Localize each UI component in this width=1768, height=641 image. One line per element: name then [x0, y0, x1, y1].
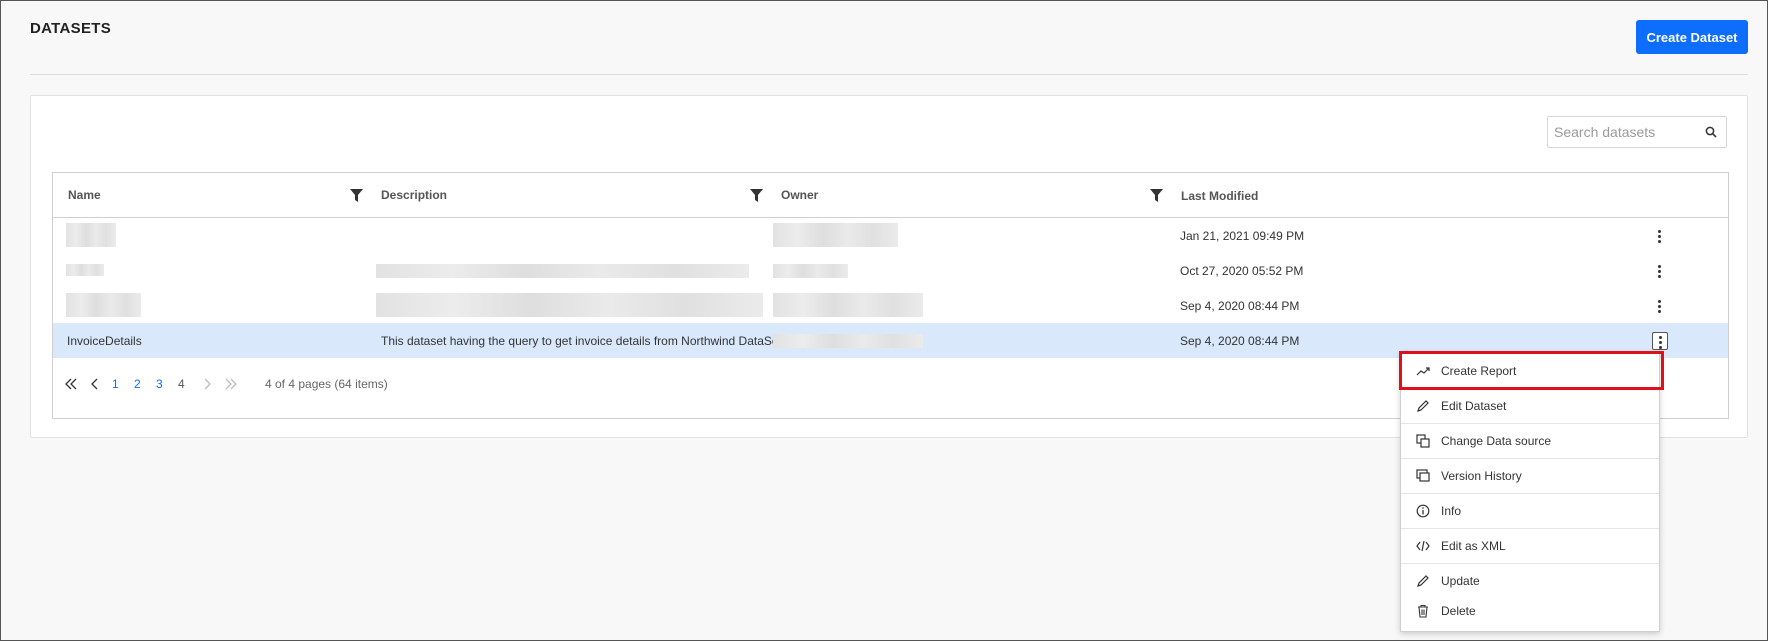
row-menu-button[interactable] — [1652, 297, 1668, 315]
create-dataset-button[interactable]: Create Dataset — [1636, 20, 1748, 54]
page-number[interactable]: 2 — [134, 377, 141, 391]
pencil-icon — [1417, 400, 1429, 412]
dataset-name: InvoiceDetails — [67, 334, 142, 348]
table-row[interactable]: Oct 27, 2020 05:52 PM — [53, 253, 1728, 288]
column-header-owner[interactable]: Owner — [781, 188, 818, 202]
search-input[interactable] — [1548, 117, 1698, 147]
last-page-icon[interactable] — [225, 378, 237, 390]
search-box[interactable] — [1547, 116, 1727, 148]
redacted-owner — [773, 293, 923, 317]
filter-icon[interactable] — [350, 189, 363, 202]
row-context-menu: Create Report Edit Dataset Change Data s… — [1400, 352, 1660, 632]
last-modified: Jan 21, 2021 09:49 PM — [1180, 229, 1305, 243]
redacted-owner — [773, 334, 923, 348]
search-icon[interactable] — [1704, 125, 1718, 139]
table-row[interactable]: Sep 4, 2020 08:44 PM — [53, 288, 1728, 323]
last-modified: Sep 4, 2020 08:44 PM — [1180, 299, 1300, 313]
filter-icon[interactable] — [750, 189, 763, 202]
pager-info: 4 of 4 pages (64 items) — [265, 377, 388, 391]
grid-header: Name Description Owner Last Modified — [53, 173, 1728, 218]
header-divider — [30, 74, 1748, 75]
menu-item-edit-dataset[interactable]: Edit Dataset — [1401, 388, 1659, 423]
column-header-description[interactable]: Description — [381, 188, 447, 202]
redacted-owner — [773, 264, 848, 278]
column-header-name[interactable]: Name — [68, 188, 101, 202]
page-number[interactable]: 1 — [112, 377, 119, 391]
menu-item-change-data-source[interactable]: Change Data source — [1401, 423, 1659, 458]
copy-icon — [1416, 434, 1430, 448]
page-title: DATASETS — [30, 20, 112, 37]
redacted-name — [66, 223, 116, 247]
row-menu-button[interactable] — [1652, 262, 1668, 280]
filter-icon[interactable] — [1150, 189, 1163, 202]
previous-page-icon[interactable] — [90, 378, 100, 390]
row-menu-button[interactable] — [1652, 227, 1668, 245]
redacted-owner — [773, 223, 898, 247]
history-icon — [1416, 469, 1430, 482]
info-icon — [1416, 504, 1430, 518]
redacted-name — [66, 293, 141, 317]
next-page-icon[interactable] — [202, 378, 212, 390]
dataset-description: This dataset having the query to get inv… — [381, 334, 806, 348]
row-menu-button[interactable] — [1652, 332, 1668, 350]
menu-item-info[interactable]: Info — [1401, 493, 1659, 528]
redacted-description — [376, 293, 763, 317]
last-modified: Oct 27, 2020 05:52 PM — [1180, 264, 1304, 278]
column-header-last-modified[interactable]: Last Modified — [1181, 189, 1258, 203]
trash-icon — [1418, 604, 1428, 618]
menu-item-version-history[interactable]: Version History — [1401, 458, 1659, 493]
first-page-icon[interactable] — [65, 378, 77, 390]
code-icon — [1416, 540, 1430, 552]
menu-item-delete[interactable]: Delete — [1401, 593, 1659, 628]
current-page[interactable]: 4 — [178, 377, 185, 391]
table-row[interactable]: Jan 21, 2021 09:49 PM — [53, 218, 1728, 253]
pencil-icon — [1417, 575, 1429, 587]
menu-item-edit-as-xml[interactable]: Edit as XML — [1401, 528, 1659, 563]
last-modified: Sep 4, 2020 08:44 PM — [1180, 334, 1300, 348]
highlight-box — [1399, 351, 1664, 390]
page-number[interactable]: 3 — [156, 377, 163, 391]
redacted-name — [66, 264, 104, 276]
redacted-description — [376, 264, 749, 278]
